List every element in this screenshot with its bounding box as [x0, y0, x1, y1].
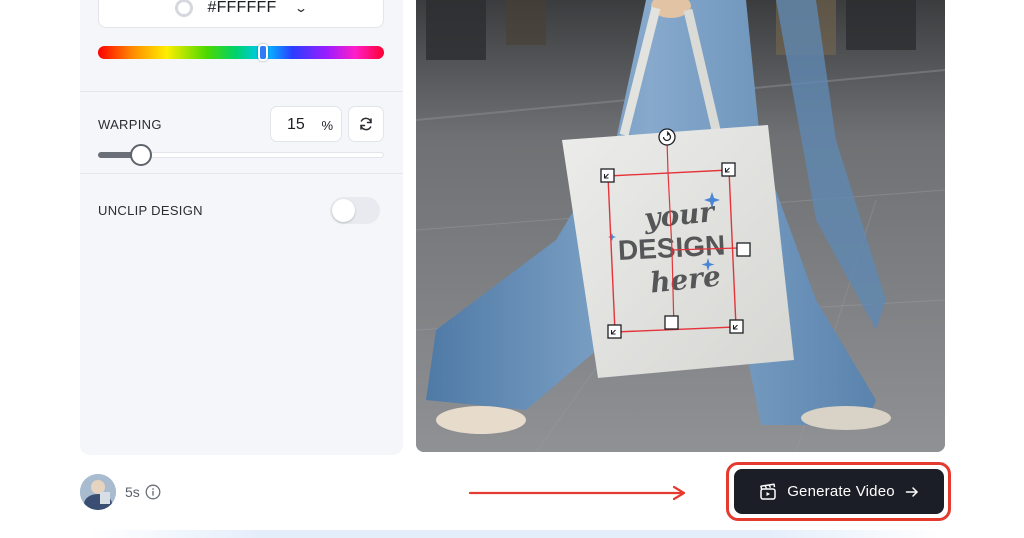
divider	[80, 91, 403, 92]
color-swatch	[175, 0, 194, 17]
bottom-decoration	[90, 530, 940, 538]
refresh-icon	[360, 117, 372, 131]
mockup-photo: your DESIGN here	[416, 0, 945, 452]
mockup-preview[interactable]: your DESIGN here	[416, 0, 945, 452]
app-page: #FFFFFF ⌄ WARPING 15 % UNCLIP DESIGN you…	[0, 0, 1024, 538]
warping-value-input[interactable]: 15 %	[270, 106, 342, 142]
avatar-image	[80, 474, 116, 510]
warping-value: 15	[287, 116, 305, 133]
info-icon[interactable]	[145, 484, 161, 500]
toggle-knob	[332, 199, 355, 222]
clapperboard-icon	[760, 483, 776, 500]
reset-warping-button[interactable]	[348, 106, 384, 142]
arrow-right-icon	[905, 486, 918, 497]
hue-slider[interactable]	[98, 46, 384, 59]
color-hex-value: #FFFFFF	[207, 0, 277, 16]
generate-video-button[interactable]: Generate Video	[734, 469, 944, 514]
warping-label: WARPING	[98, 117, 162, 132]
generate-video-label: Generate Video	[787, 483, 895, 500]
settings-panel: #FFFFFF ⌄ WARPING 15 % UNCLIP DESIGN	[80, 0, 403, 455]
pointer-arrow	[468, 485, 686, 501]
color-select[interactable]: #FFFFFF ⌄	[98, 0, 384, 28]
unclip-design-toggle[interactable]	[330, 197, 380, 224]
video-duration: 5s	[125, 484, 140, 500]
avatar[interactable]	[80, 474, 116, 510]
warping-unit: %	[321, 118, 333, 133]
unclip-design-label: UNCLIP DESIGN	[98, 203, 203, 218]
hue-slider-handle[interactable]	[258, 44, 268, 61]
divider	[80, 173, 403, 174]
chevron-down-icon: ⌄	[294, 1, 309, 15]
warping-slider-thumb[interactable]	[129, 144, 152, 166]
